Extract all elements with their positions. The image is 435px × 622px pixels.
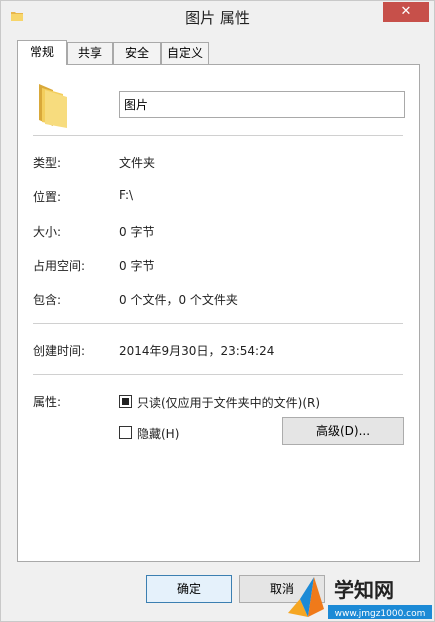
contains-label: 包含:: [33, 293, 62, 307]
close-button[interactable]: ✕: [383, 2, 429, 22]
divider: [33, 323, 403, 324]
tab-general[interactable]: 常规: [17, 40, 67, 65]
size-label: 大小:: [33, 225, 62, 239]
type-value: 文件夹: [119, 156, 156, 170]
hidden-label[interactable]: 隐藏(H): [137, 425, 179, 442]
location-value: F:\: [119, 188, 134, 202]
readonly-checkbox[interactable]: [119, 395, 132, 408]
size-on-disk-value: 0 字节: [119, 259, 155, 273]
general-panel: 类型: 文件夹 位置: F:\ 大小: 0 字节 占用空间: 0 字节 包含: …: [17, 64, 420, 562]
window-title: 图片 属性: [185, 9, 250, 27]
watermark-brand: 学知网: [334, 578, 394, 602]
watermark-logo: 学知网 www.jmgz1000.com: [288, 577, 432, 619]
folder-name-field[interactable]: [119, 91, 405, 118]
ok-button[interactable]: 确定: [146, 575, 232, 603]
created-value: 2014年9月30日，23:54:24: [119, 344, 275, 358]
title-bar: 图片 属性 ✕: [1, 1, 434, 31]
contains-value: 0 个文件，0 个文件夹: [119, 293, 238, 307]
location-label: 位置:: [33, 190, 62, 204]
tab-security[interactable]: 安全: [113, 42, 161, 64]
hidden-checkbox[interactable]: [119, 426, 132, 439]
indeterminate-mark: [122, 398, 129, 405]
attributes-label: 属性:: [33, 395, 62, 409]
divider: [33, 374, 403, 375]
tab-sharing[interactable]: 共享: [67, 42, 113, 64]
created-label: 创建时间:: [33, 344, 86, 358]
advanced-button[interactable]: 高级(D)...: [282, 417, 404, 445]
watermark-url: www.jmgz1000.com: [335, 609, 426, 619]
readonly-label[interactable]: 只读(仅应用于文件夹中的文件)(R): [137, 394, 320, 411]
properties-window: 图片 属性 ✕ 常规 共享 安全 自定义 类型: 文件夹 位置: F:\ 大小:…: [0, 0, 435, 622]
divider: [33, 135, 403, 136]
size-on-disk-label: 占用空间:: [33, 259, 86, 273]
folder-icon: [39, 84, 67, 128]
size-value: 0 字节: [119, 225, 155, 239]
tab-customize[interactable]: 自定义: [161, 42, 209, 64]
type-label: 类型:: [33, 156, 62, 170]
